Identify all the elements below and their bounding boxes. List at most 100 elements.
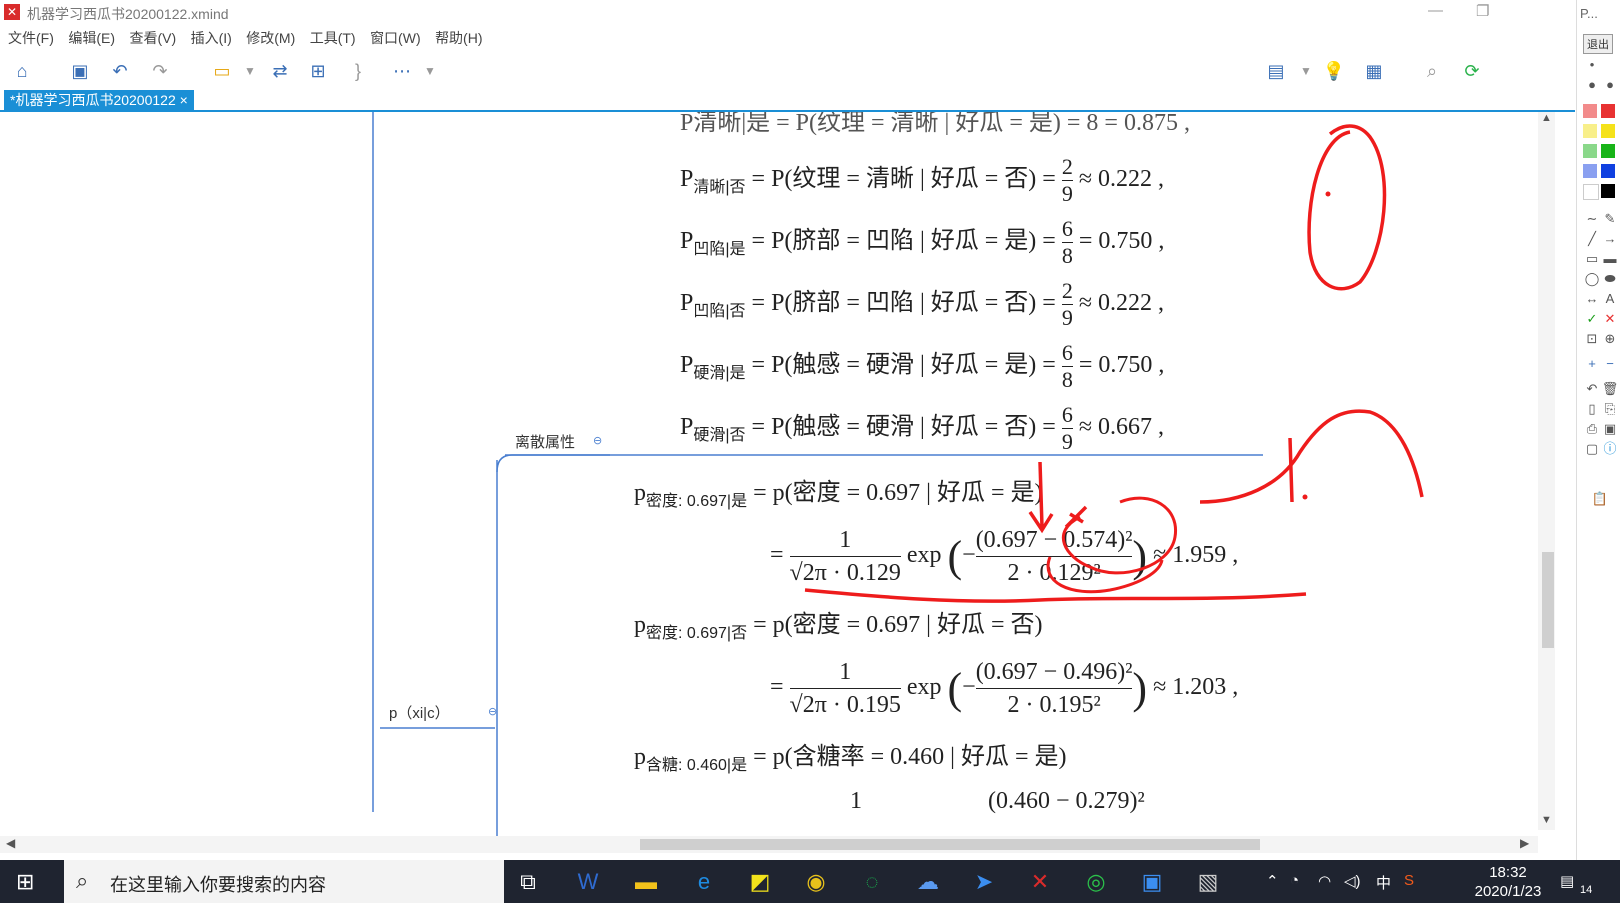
task-view-icon[interactable]: ⧉	[512, 867, 544, 897]
vertical-scrollbar[interactable]: ▲ ▼	[1538, 112, 1555, 830]
taskbar-clock[interactable]: 18:32 2020/1/23	[1468, 863, 1548, 901]
scroll-up-icon[interactable]: ▲	[1541, 112, 1552, 124]
pen-icon[interactable]: ✎	[1601, 210, 1619, 228]
undo-icon[interactable]: ↶	[108, 59, 132, 83]
sogou-ime-icon[interactable]: S	[1404, 872, 1414, 889]
edge-icon[interactable]: e	[688, 867, 720, 897]
filled-rectangle-icon[interactable]: ▬	[1601, 250, 1619, 268]
save-icon[interactable]: ▣	[68, 59, 92, 83]
word-icon[interactable]: W	[572, 867, 604, 897]
topic-icon[interactable]: ▭	[210, 59, 234, 83]
volume-icon[interactable]: ◁)	[1344, 872, 1361, 890]
scroll-down-icon[interactable]: ▼	[1541, 814, 1552, 826]
zoom-icon[interactable]: ⊕	[1601, 330, 1619, 348]
tray-expand-icon[interactable]: ⌃	[1266, 872, 1279, 890]
mindmap-canvas[interactable]: 离散属性 ⊖ p（xi|c） ⊖ P清晰|是 = P(纹理 = 清晰 | 好瓜 …	[0, 112, 1553, 836]
trash-icon[interactable]: 🗑	[1601, 380, 1619, 398]
rectangle-icon[interactable]: ▭	[1583, 250, 1601, 268]
menu-edit[interactable]: 编辑(E)	[68, 28, 115, 48]
restore-button[interactable]: ❐	[1476, 2, 1489, 20]
color-swatch-green[interactable]	[1601, 144, 1615, 158]
dot-large-icon[interactable]: ●	[1583, 76, 1601, 94]
tray-app-icon[interactable]: ◔	[1290, 872, 1299, 889]
home-icon[interactable]: ⌂	[10, 59, 34, 83]
checkmark-icon[interactable]: ✓	[1583, 310, 1601, 328]
save-icon[interactable]: ▣	[1601, 420, 1619, 438]
undo-icon[interactable]: ↶	[1583, 380, 1601, 398]
crop-icon[interactable]: ⊡	[1583, 330, 1601, 348]
line-icon[interactable]: ╱	[1583, 230, 1601, 248]
ime-indicator[interactable]: 中	[1376, 872, 1391, 893]
app-window-icon[interactable]: ▣	[1136, 867, 1168, 897]
presentation-icon[interactable]: ▤	[1264, 59, 1288, 83]
menu-tools[interactable]: 工具(T)	[310, 28, 356, 48]
feishu-icon[interactable]: ➤	[968, 867, 1000, 897]
app-image-icon[interactable]: ▧	[1192, 867, 1224, 897]
color-swatch-white[interactable]	[1583, 184, 1599, 200]
baidu-netdisk-icon[interactable]: ☁	[912, 867, 944, 897]
arrow-icon[interactable]: →	[1601, 230, 1619, 248]
info-icon[interactable]: ⓘ	[1601, 440, 1619, 458]
scroll-thumb[interactable]	[1542, 552, 1554, 648]
cross-icon[interactable]: ✕	[1601, 310, 1619, 328]
redo-icon[interactable]: ↷	[148, 59, 172, 83]
tab-document[interactable]: *机器学习西瓜书20200122 ×	[4, 90, 194, 110]
file-explorer-icon[interactable]: ▬	[630, 867, 662, 897]
presentation-chevron-icon[interactable]: ▼	[1294, 59, 1318, 83]
scroll-thumb[interactable]	[640, 839, 1260, 850]
text-icon[interactable]: A	[1601, 290, 1619, 308]
color-swatch-light-green[interactable]	[1583, 144, 1597, 158]
sticky-notes-icon[interactable]: ◩	[744, 867, 776, 897]
plus-icon[interactable]: +	[1583, 355, 1601, 373]
color-swatch-light-blue[interactable]	[1583, 164, 1597, 178]
color-swatch-light-yellow[interactable]	[1583, 124, 1597, 138]
new-page-icon[interactable]: ▯	[1583, 400, 1601, 418]
more-icon[interactable]: ⋯	[390, 59, 414, 83]
print-icon[interactable]: ⎙	[1583, 420, 1601, 438]
lightbulb-icon[interactable]: 💡	[1322, 59, 1346, 83]
color-swatch-red[interactable]	[1601, 104, 1615, 118]
search-icon[interactable]: ⌕	[1420, 59, 1444, 83]
scroll-right-icon[interactable]: ▶	[1520, 836, 1529, 850]
color-swatch-yellow[interactable]	[1601, 124, 1615, 138]
summary-icon[interactable]: }	[346, 59, 370, 83]
ellipse-icon[interactable]: ◯	[1583, 270, 1601, 288]
taskbar-search-box[interactable]: ⌕ 在这里输入你要搜索的内容	[64, 860, 504, 903]
scroll-left-icon[interactable]: ◀	[6, 836, 15, 850]
notification-icon[interactable]: ▤	[1560, 872, 1574, 890]
xmind-taskbar-icon[interactable]: ✕	[1024, 867, 1056, 897]
clipboard-icon[interactable]: 📋	[1591, 490, 1609, 508]
menu-help[interactable]: 帮助(H)	[435, 28, 482, 48]
freehand-icon[interactable]: ∼	[1583, 210, 1601, 228]
chrome-icon[interactable]: ◉	[800, 867, 832, 897]
color-swatch-blue[interactable]	[1601, 164, 1615, 178]
app-ring-icon[interactable]: ◌	[856, 867, 888, 897]
wifi-icon[interactable]: ◠	[1318, 872, 1331, 890]
more-chevron-icon[interactable]: ▼	[418, 59, 442, 83]
color-swatch-light-red[interactable]	[1583, 104, 1597, 118]
relationship-icon[interactable]: ⇄	[268, 59, 292, 83]
exit-button[interactable]: 退出	[1583, 34, 1613, 54]
double-arrow-icon[interactable]: ↔	[1583, 290, 1601, 308]
copy-icon[interactable]: ⎘	[1601, 400, 1619, 418]
title-bar: ✕ 机器学习西瓜书20200122.xmind — ❐	[0, 0, 1575, 26]
menu-window[interactable]: 窗口(W)	[370, 28, 421, 48]
menu-insert[interactable]: 插入(I)	[191, 28, 232, 48]
dot-xlarge-icon[interactable]: ●	[1601, 76, 1619, 94]
chevron-down-icon[interactable]: ▼	[238, 59, 262, 83]
minimize-button[interactable]: —	[1428, 2, 1443, 19]
boundary-icon[interactable]: ⊞	[306, 59, 330, 83]
minus-icon[interactable]: −	[1601, 355, 1619, 373]
dot-small-icon[interactable]: •	[1583, 56, 1601, 74]
refresh-icon[interactable]: ⟳	[1460, 59, 1484, 83]
gantt-icon[interactable]: ▦	[1362, 59, 1386, 83]
wechat-icon[interactable]: ◎	[1080, 867, 1112, 897]
color-swatch-black[interactable]	[1601, 184, 1615, 198]
windows-start-icon[interactable]: ⊞	[16, 870, 42, 894]
horizontal-scrollbar[interactable]: ◀ ▶	[0, 836, 1538, 853]
menu-file[interactable]: 文件(F)	[8, 28, 54, 48]
screen-icon[interactable]: ▢	[1583, 440, 1601, 458]
filled-ellipse-icon[interactable]: ⬬	[1601, 270, 1619, 288]
menu-view[interactable]: 查看(V)	[129, 28, 176, 48]
menu-modify[interactable]: 修改(M)	[246, 28, 295, 48]
